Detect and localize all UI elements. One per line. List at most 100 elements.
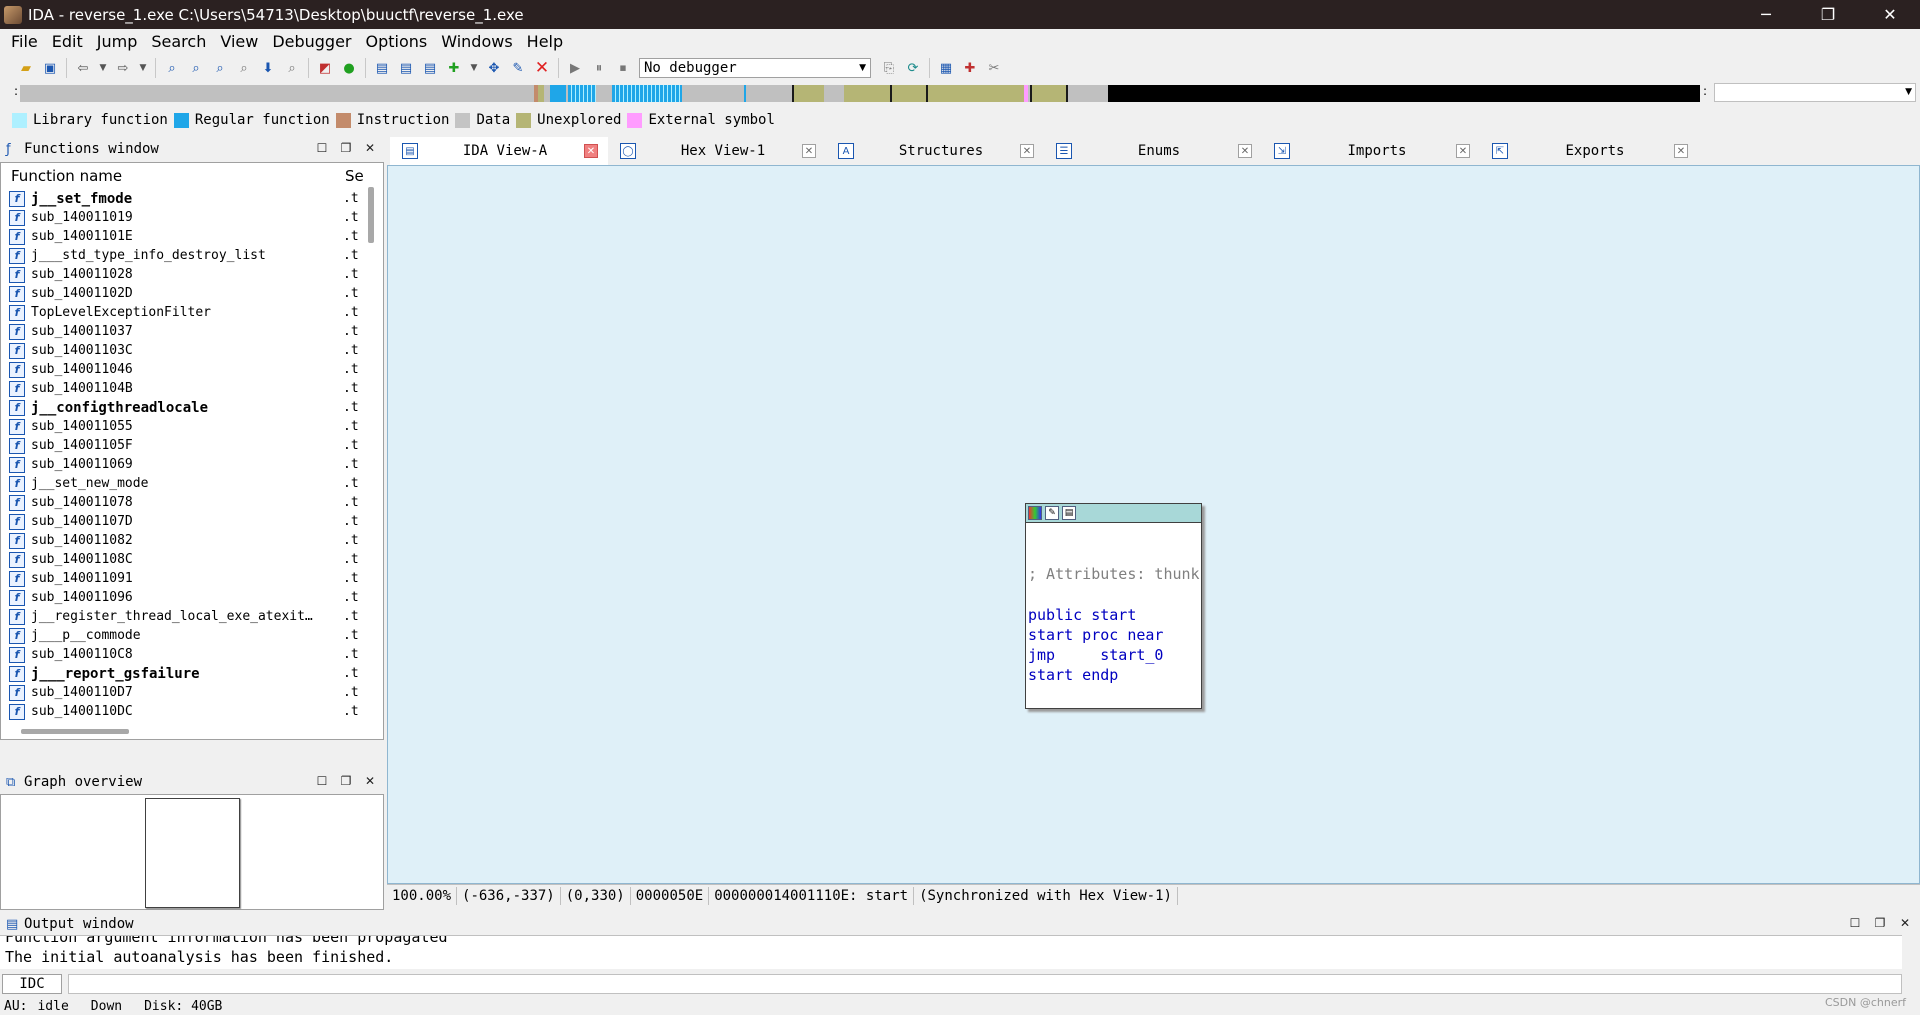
function-row[interactable]: f j__set_new_mode .t <box>9 474 369 493</box>
minimize-button[interactable]: ─ <box>1738 0 1794 29</box>
tab-structures[interactable]: A Structures ✕ <box>826 137 1044 165</box>
run-analysis-icon[interactable]: ● <box>340 59 358 77</box>
forward-dropdown-icon[interactable]: ▼ <box>138 59 148 77</box>
function-row[interactable]: f sub_140011082 .t <box>9 531 369 550</box>
function-row[interactable]: f sub_140011078 .t <box>9 493 369 512</box>
tab-enums[interactable]: ☰ Enums ✕ <box>1044 137 1262 165</box>
trace-icon[interactable]: ✂ <box>985 59 1003 77</box>
vertical-scrollbar[interactable] <box>368 187 374 243</box>
nav-band-combo[interactable]: ▼ <box>1714 83 1916 102</box>
jump-down-icon[interactable]: ⬇ <box>259 59 277 77</box>
close-panel-icon[interactable]: ✕ <box>362 140 378 156</box>
graph-overview[interactable] <box>0 794 384 910</box>
menu-file[interactable]: File <box>4 32 45 51</box>
tab-imports[interactable]: ⇲ Imports ✕ <box>1262 137 1480 165</box>
pause-debug-icon[interactable]: ⏸ <box>590 59 608 77</box>
function-row[interactable]: f sub_14001105F .t <box>9 436 369 455</box>
tab-exports[interactable]: ⇱ Exports ✕ <box>1480 137 1698 165</box>
start-debug-icon[interactable]: ▶ <box>566 59 584 77</box>
debugger-select[interactable]: No debugger ▼ <box>639 58 871 78</box>
column-function-name[interactable]: Function name <box>11 167 122 185</box>
menu-edit[interactable]: Edit <box>45 32 90 51</box>
node-group-icon[interactable]: ▤ <box>1062 506 1076 520</box>
close-tab-icon[interactable]: ✕ <box>584 144 598 158</box>
function-row[interactable]: f sub_140011096 .t <box>9 588 369 607</box>
rename-icon[interactable]: ✎ <box>509 59 527 77</box>
add-segment-icon[interactable]: ▤ <box>421 59 439 77</box>
menu-search[interactable]: Search <box>144 32 213 51</box>
back-dropdown-icon[interactable]: ▼ <box>98 59 108 77</box>
function-row[interactable]: f sub_140011028 .t <box>9 265 369 284</box>
tab-ida-view-a[interactable]: ▤ IDA View-A ✕ <box>390 137 608 165</box>
breakpoint-list-icon[interactable]: ▦ <box>937 59 955 77</box>
stop-debug-icon[interactable]: ⏹ <box>614 59 632 77</box>
function-row[interactable]: f sub_140011037 .t <box>9 322 369 341</box>
float-panel-icon[interactable]: ❐ <box>338 140 354 156</box>
function-row[interactable]: f j__register_thread_local_exe_atexit… .t <box>9 607 369 626</box>
graph-node[interactable]: ✎ ▤ ; Attributes: thunk public start sta… <box>1025 503 1202 709</box>
function-row[interactable]: f sub_140011046 .t <box>9 360 369 379</box>
command-input[interactable] <box>68 974 1902 994</box>
close-tab-icon[interactable]: ✕ <box>1020 144 1034 158</box>
close-button[interactable]: ✕ <box>1862 0 1918 29</box>
add-dropdown-icon[interactable]: ▼ <box>469 59 479 77</box>
function-row[interactable]: f j___std_type_info_destroy_list .t <box>9 246 369 265</box>
function-row[interactable]: f TopLevelExceptionFilter .t <box>9 303 369 322</box>
edit-function-icon[interactable]: ▤ <box>397 59 415 77</box>
function-row[interactable]: f sub_14001102D .t <box>9 284 369 303</box>
function-row[interactable]: f sub_140011019 .t <box>9 208 369 227</box>
graph-mode-icon[interactable]: ◩ <box>316 59 334 77</box>
output-window[interactable]: Function argument information has been p… <box>0 935 1902 969</box>
menu-jump[interactable]: Jump <box>90 32 145 51</box>
function-row[interactable]: f j__configthreadlocale .t <box>9 398 369 417</box>
menu-view[interactable]: View <box>213 32 265 51</box>
search-next-icon[interactable]: ⌕ <box>235 59 253 77</box>
restore-button[interactable]: ❐ <box>1800 0 1856 29</box>
close-tab-icon[interactable]: ✕ <box>1456 144 1470 158</box>
navigation-band[interactable]: : : ▼ <box>0 82 1920 104</box>
output-scrollbar[interactable] <box>1902 935 1920 969</box>
function-row[interactable]: f sub_1400110C8 .t <box>9 645 369 664</box>
close-panel-icon[interactable]: ✕ <box>362 773 378 789</box>
function-row[interactable]: f sub_140011091 .t <box>9 569 369 588</box>
maximize-panel-icon[interactable]: ☐ <box>314 773 330 789</box>
function-row[interactable]: f sub_14001107D .t <box>9 512 369 531</box>
create-function-icon[interactable]: ▤ <box>373 59 391 77</box>
search-immediate-icon[interactable]: ⌕ <box>211 59 229 77</box>
search-binary-icon[interactable]: ⌕ <box>163 59 181 77</box>
open-file-icon[interactable]: ▰ <box>17 59 35 77</box>
expand-icon[interactable]: ✥ <box>485 59 503 77</box>
menu-help[interactable]: Help <box>520 32 570 51</box>
function-row[interactable]: f j___p__commode .t <box>9 626 369 645</box>
ida-graph-view[interactable]: ✎ ▤ ; Attributes: thunk public start sta… <box>387 165 1920 884</box>
float-panel-icon[interactable]: ❐ <box>338 773 354 789</box>
function-row[interactable]: f j__set_fmode .t <box>9 189 369 208</box>
function-row[interactable]: f j___report_gsfailure .t <box>9 664 369 683</box>
navigation-strip[interactable] <box>20 85 1700 102</box>
refresh-icon[interactable]: ⟳ <box>904 59 922 77</box>
menu-windows[interactable]: Windows <box>434 32 519 51</box>
idc-language-button[interactable]: IDC <box>2 974 62 994</box>
graph-overview-viewport[interactable] <box>145 798 240 908</box>
node-color-icon[interactable] <box>1028 506 1042 520</box>
menu-debugger[interactable]: Debugger <box>265 32 358 51</box>
function-row[interactable]: f sub_1400110D7 .t <box>9 683 369 702</box>
function-row[interactable]: f sub_14001104B .t <box>9 379 369 398</box>
close-tab-icon[interactable]: ✕ <box>1674 144 1688 158</box>
function-row[interactable]: f sub_1400110DC .t <box>9 702 369 721</box>
add-breakpoint-icon[interactable]: ✚ <box>961 59 979 77</box>
search-text-icon[interactable]: ⌕ <box>187 59 205 77</box>
function-row[interactable]: f sub_14001108C .t <box>9 550 369 569</box>
function-row[interactable]: f sub_140011055 .t <box>9 417 369 436</box>
maximize-panel-icon[interactable]: ☐ <box>314 140 330 156</box>
delete-icon[interactable]: ✕ <box>533 58 551 78</box>
close-tab-icon[interactable]: ✕ <box>802 144 816 158</box>
column-segment[interactable]: Se <box>345 167 364 185</box>
forward-icon[interactable]: ⇨ <box>114 59 132 77</box>
float-panel-icon[interactable]: ❐ <box>1872 915 1888 931</box>
horizontal-scrollbar[interactable] <box>21 729 129 734</box>
node-rename-icon[interactable]: ✎ <box>1045 506 1059 520</box>
function-row[interactable]: f sub_140011069 .t <box>9 455 369 474</box>
tab-hex-view-1[interactable]: ◯ Hex View-1 ✕ <box>608 137 826 165</box>
maximize-panel-icon[interactable]: ☐ <box>1847 915 1863 931</box>
